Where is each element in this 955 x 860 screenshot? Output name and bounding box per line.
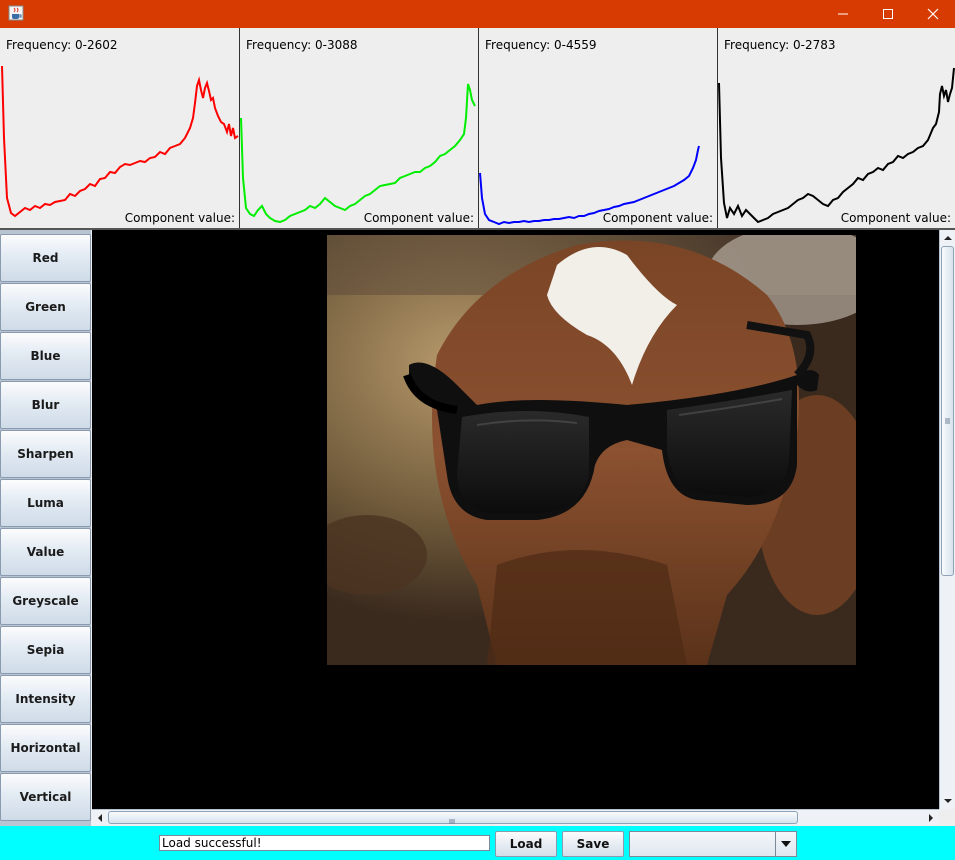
image-viewport[interactable]	[92, 230, 939, 809]
minimize-button[interactable]	[820, 0, 865, 28]
histogram-frequency-label: Frequency: 0-4559	[485, 38, 597, 52]
filter-button-greyscale[interactable]: Greyscale	[0, 577, 91, 625]
red-histogram-curve	[1, 65, 239, 218]
filter-button-value[interactable]: Value	[0, 528, 91, 576]
blue-histogram-curve	[479, 145, 700, 226]
filter-sidebar: Red Green Blue Blur Sharpen Luma Value G…	[0, 230, 91, 826]
close-button[interactable]	[910, 0, 955, 28]
histogram-red: Frequency: 0-2602 Component value:	[0, 28, 240, 229]
filter-button-vertical[interactable]: Vertical	[0, 773, 91, 821]
histogram-axis-label: Component value:	[363, 211, 474, 225]
format-dropdown[interactable]	[629, 831, 797, 857]
bottom-toolbar: Load successful! Load Save	[0, 826, 955, 860]
filter-button-intensity[interactable]: Intensity	[0, 675, 91, 723]
filter-button-blue[interactable]: Blue	[0, 332, 91, 380]
histogram-axis-label: Component value:	[602, 211, 713, 225]
histogram-frequency-label: Frequency: 0-2783	[724, 38, 836, 52]
histogram-luma: Frequency: 0-2783 Component value:	[718, 28, 955, 229]
chevron-down-icon[interactable]	[775, 832, 796, 856]
histogram-axis-label: Component value:	[840, 211, 951, 225]
vertical-scroll-thumb[interactable]	[941, 246, 954, 576]
filter-button-sharpen[interactable]: Sharpen	[0, 430, 91, 478]
maximize-icon	[882, 9, 893, 19]
filter-button-sepia[interactable]: Sepia	[0, 626, 91, 674]
loaded-image	[327, 235, 856, 665]
horizontal-scrollbar[interactable]	[92, 809, 939, 825]
title-bar[interactable]	[0, 0, 955, 28]
minimize-icon	[837, 13, 848, 15]
filter-button-luma[interactable]: Luma	[0, 479, 91, 527]
green-histogram-curve	[240, 83, 476, 224]
close-icon	[927, 8, 938, 20]
filter-button-blur[interactable]: Blur	[0, 381, 91, 429]
histogram-panel: Frequency: 0-2602 Component value: Frequ…	[0, 28, 955, 229]
filter-button-red[interactable]: Red	[0, 234, 91, 282]
scroll-right-arrow-icon[interactable]	[923, 810, 939, 825]
histogram-blue: Frequency: 0-4559 Component value:	[479, 28, 718, 229]
histogram-frequency-label: Frequency: 0-3088	[246, 38, 358, 52]
horizontal-scroll-thumb[interactable]	[108, 811, 798, 824]
maximize-button[interactable]	[865, 0, 910, 28]
histogram-green: Frequency: 0-3088 Component value:	[240, 28, 479, 229]
java-cup-icon	[8, 5, 24, 21]
histogram-frequency-label: Frequency: 0-2602	[6, 38, 118, 52]
histogram-axis-label: Component value:	[124, 211, 235, 225]
scroll-up-arrow-icon[interactable]	[940, 230, 955, 246]
scroll-left-arrow-icon[interactable]	[92, 810, 108, 825]
load-button[interactable]: Load	[495, 831, 557, 857]
save-button[interactable]: Save	[562, 831, 624, 857]
scroll-corner	[939, 809, 955, 825]
black-histogram-curve	[718, 67, 955, 224]
filter-button-green[interactable]: Green	[0, 283, 91, 331]
vertical-scrollbar[interactable]	[939, 230, 955, 809]
scroll-down-arrow-icon[interactable]	[940, 793, 955, 809]
status-field[interactable]: Load successful!	[159, 835, 490, 851]
filter-button-horizontal[interactable]: Horizontal	[0, 724, 91, 772]
